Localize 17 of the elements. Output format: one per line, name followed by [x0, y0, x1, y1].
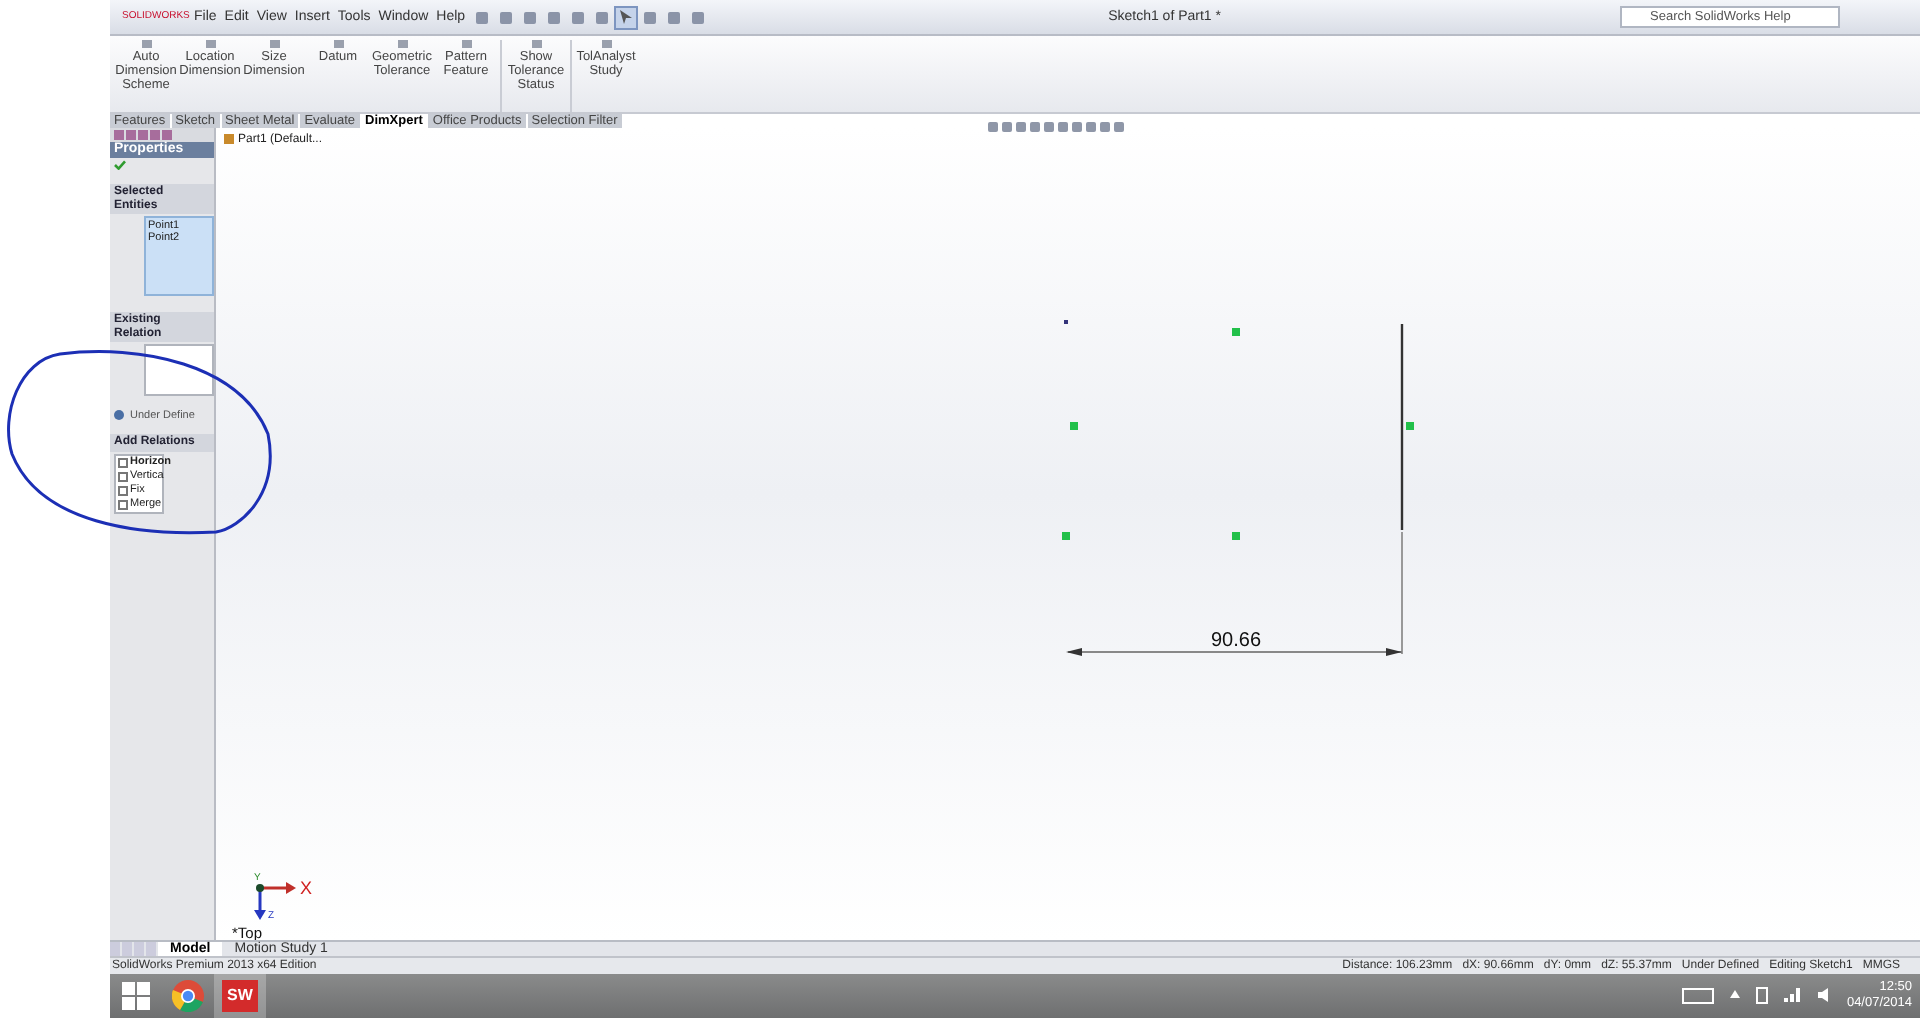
- axis-label: X: [300, 878, 313, 898]
- keyboard-icon[interactable]: [1682, 987, 1715, 1005]
- axis-triad-drawing: [254, 882, 296, 920]
- select-arrow-icon[interactable]: [613, 5, 638, 29]
- ok-check-icon[interactable]: [114, 158, 126, 172]
- part-icon: [224, 134, 234, 148]
- relations-list[interactable]: [144, 344, 214, 397]
- extension-line: [1401, 531, 1403, 655]
- battery-icon[interactable]: [1756, 986, 1769, 1006]
- speaker-icon[interactable]: [1818, 987, 1831, 1005]
- sketch-line[interactable]: [1400, 324, 1404, 530]
- dimension-line[interactable]: [1066, 648, 1403, 656]
- taskbar-app-button[interactable]: SW: [222, 980, 258, 1012]
- info-icon: [114, 410, 124, 423]
- caret-icon[interactable]: [1730, 988, 1741, 1004]
- dimension-value[interactable]: 90.66: [1210, 630, 1262, 652]
- signal-icon[interactable]: [1784, 987, 1803, 1005]
